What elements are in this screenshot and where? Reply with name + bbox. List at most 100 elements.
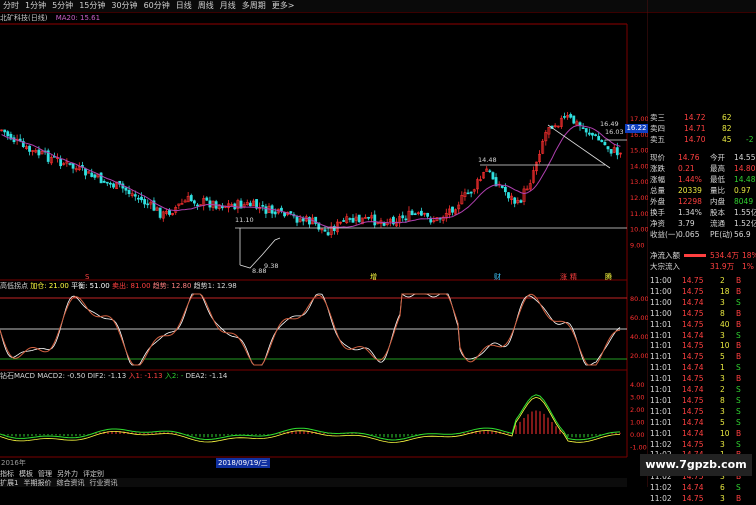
- price-tick: 11.00: [630, 210, 648, 218]
- bottom-tab-3[interactable]: 行业资讯: [89, 479, 117, 487]
- kline-candle: [563, 116, 566, 118]
- quote-row: 卖五 14.70 45 -2: [648, 134, 756, 145]
- kline-candle: [597, 136, 601, 141]
- kline-candle: [357, 214, 361, 223]
- indicator-tab-2[interactable]: 管理: [38, 470, 52, 478]
- trade-vol: 2: [720, 276, 725, 285]
- trade-time: 11:00: [650, 297, 672, 307]
- quote-value: 0.065: [678, 230, 700, 239]
- order-price: 14.71: [684, 124, 706, 133]
- trade-row: 11:01 14.75 10 B: [648, 341, 756, 352]
- trade-vol: 18: [720, 286, 730, 296]
- trade-price: 14.74: [682, 483, 704, 493]
- indicator1-tick: 60.00: [630, 314, 648, 322]
- kline-candle: [71, 163, 75, 169]
- quote-value: 14.76: [678, 153, 700, 162]
- kline-candle: [124, 187, 128, 191]
- trade-side: S: [736, 483, 741, 493]
- event-marker: 财: [494, 272, 501, 281]
- trade-row: 11:01 14.74 5 S: [648, 418, 756, 429]
- quote-label: 今开: [710, 153, 725, 162]
- trade-time: 11:01: [650, 395, 672, 405]
- kline-candle: [581, 127, 585, 129]
- kline-candle: [208, 200, 212, 208]
- indicator-tab-4[interactable]: 评定别: [83, 470, 104, 478]
- quote-value: 1.55亿: [734, 208, 756, 217]
- trade-side: B: [736, 276, 742, 285]
- kline-candle: [196, 204, 199, 207]
- kline-candle: [102, 180, 106, 183]
- trade-vol: 5: [720, 352, 725, 362]
- quote-value: 56.9: [734, 230, 751, 239]
- quote-value: 1.34%: [678, 208, 702, 217]
- trade-vol: 6: [720, 483, 725, 493]
- trade-time: 11:01: [650, 319, 672, 329]
- trade-row: 11:01 14.74 2 S: [648, 385, 756, 396]
- trade-vol: 10: [720, 341, 730, 351]
- quote-label: 最低: [710, 175, 725, 184]
- bottom-tab-0[interactable]: 扩展1: [0, 479, 18, 487]
- indicator1-title[interactable]: 高低拐点: [0, 282, 28, 290]
- quote-label: 总量: [650, 186, 665, 195]
- kline-chart[interactable]: 17.0016.0015.0014.0013.0012.0011.0010.00…: [0, 0, 648, 487]
- kline-candle: [84, 168, 87, 176]
- trade-time: 11:01: [650, 417, 672, 427]
- trade-row: 11:02 14.75 3 S: [648, 440, 756, 451]
- order-vol: 45: [722, 135, 732, 144]
- bottom-tab-1[interactable]: 半期报价: [23, 479, 51, 487]
- kline-candle: [105, 181, 109, 184]
- kline-candle: [507, 192, 510, 199]
- trade-price: 14.74: [682, 330, 704, 340]
- indicator2-header: 钻石MACD MACD2: -0.50 DIF2: -1.13 入1: -1.1…: [0, 371, 227, 381]
- indicator2-tick: 3.00: [630, 394, 644, 402]
- indicator-param: 平衡: 51.00: [68, 282, 110, 290]
- trade-row: 11:01 14.74 10 B: [648, 429, 756, 440]
- trade-vol: 3: [720, 374, 725, 384]
- indicator2-tick: 2.00: [630, 406, 644, 414]
- quote-row: 卖三 14.72 62: [648, 112, 756, 123]
- indicator1-tick: 40.00: [630, 333, 648, 341]
- kline-candle: [168, 209, 171, 215]
- trade-side: S: [736, 297, 741, 307]
- quote-row: 涨幅 1.44% 最低 14.48: [648, 174, 756, 185]
- dif-line: [0, 394, 621, 441]
- trade-price: 14.75: [682, 374, 704, 384]
- indicator-tab-1[interactable]: 模板: [19, 470, 33, 478]
- kline-candle: [323, 229, 327, 232]
- price-tick: 13.00: [630, 178, 648, 186]
- trade-time: 11:01: [650, 374, 672, 384]
- trade-side: S: [736, 406, 741, 416]
- trade-side: S: [736, 330, 741, 340]
- quote-row: 卖四 14.71 82: [648, 123, 756, 134]
- indicator-tab-3[interactable]: 另外力: [57, 470, 78, 478]
- kline-candle: [569, 114, 573, 118]
- indicator-tab-0[interactable]: 指标: [0, 470, 14, 478]
- indicator-param: DEA2: -1.14: [183, 372, 228, 380]
- order-vol: 82: [722, 124, 732, 133]
- kline-candle: [594, 134, 597, 136]
- trade-side: S: [736, 439, 741, 449]
- kline-candle: [466, 192, 470, 195]
- trade-time: 11:01: [650, 341, 672, 351]
- bottom-tab-2[interactable]: 综合资讯: [56, 479, 84, 487]
- price-tick: 17.00: [630, 115, 648, 123]
- order-label: 卖五: [650, 135, 665, 144]
- kline-candle: [127, 189, 131, 195]
- kline-candle: [513, 197, 517, 204]
- trade-row: 11:02 14.74 6 S: [648, 483, 756, 494]
- kline-candle: [469, 191, 473, 194]
- trade-row: 11:01 14.75 3 B: [648, 374, 756, 385]
- kline-candle: [426, 212, 430, 217]
- kline-candle: [248, 202, 252, 207]
- quote-label: 涨跌: [650, 164, 665, 173]
- indicator2-tick: 1.00: [630, 419, 644, 427]
- quote-label: 量比: [710, 186, 725, 195]
- kline-candle: [189, 195, 193, 202]
- trade-price: 14.75: [682, 286, 704, 296]
- quote-label: 流通: [710, 219, 725, 228]
- oscillator-line2: [0, 293, 621, 366]
- oscillator-line1: [0, 293, 621, 366]
- indicator2-title[interactable]: 钻石MACD: [0, 372, 35, 380]
- trade-side: B: [736, 319, 742, 329]
- fund-value: 31.9万: [710, 262, 735, 271]
